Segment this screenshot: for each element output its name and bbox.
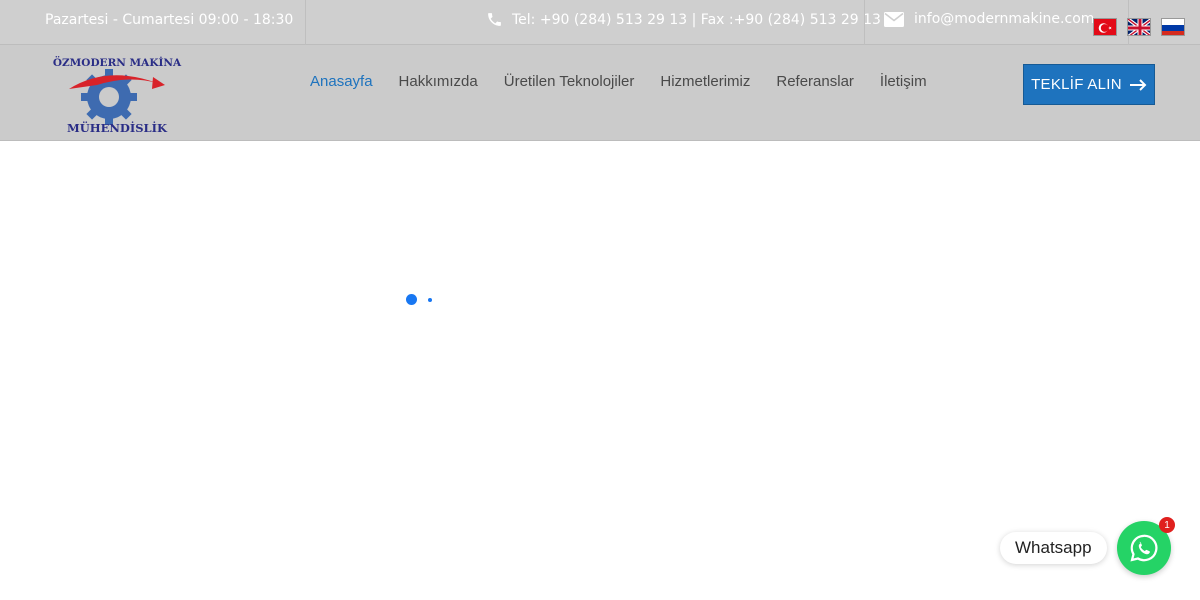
company-logo[interactable]: ÖZMODERN MAKİNA MÜHENDİSLİK [49,55,185,135]
top-info-bar: Pazartesi - Cumartesi 09:00 - 18:30 Tel:… [0,0,1200,45]
logo-bottom-text: MÜHENDİSLİK [67,121,168,135]
whatsapp-label-bubble[interactable]: Whatsapp [1000,532,1107,564]
whatsapp-icon [1130,534,1158,562]
envelope-icon [884,11,904,27]
flag-uk-icon[interactable] [1127,18,1151,36]
nav-item-hakkimizda[interactable]: Hakkımızda [399,73,478,90]
page-loader [406,294,436,306]
email-contact[interactable]: info@modernmakine.com [884,11,1094,27]
notification-badge: 1 [1159,517,1175,533]
main-navigation: Anasayfa Hakkımızda Üretilen Teknolojile… [310,73,927,90]
nav-item-iletisim[interactable]: İletişim [880,73,927,90]
phone-text: Tel: +90 (284) 513 29 13 | Fax :+90 (284… [512,11,881,28]
business-hours: Pazartesi - Cumartesi 09:00 - 18:30 [45,12,294,28]
nav-item-uretilen-teknolojiler[interactable]: Üretilen Teknolojiler [504,73,635,90]
arrow-right-icon [1129,78,1147,91]
nav-item-hizmetlerimiz[interactable]: Hizmetlerimiz [660,73,750,90]
logo-top-text: ÖZMODERN MAKİNA [53,55,182,69]
email-text: info@modernmakine.com [914,11,1095,27]
get-quote-button[interactable]: TEKLİF ALIN [1023,64,1155,105]
divider [305,0,306,45]
language-switcher [1093,18,1185,36]
phone-contact[interactable]: Tel: +90 (284) 513 29 13 | Fax :+90 (284… [486,11,881,28]
loader-dot [406,294,417,305]
main-header: ÖZMODERN MAKİNA MÜHENDİSLİK Anasayfa Hak… [0,45,1200,141]
flag-russia-icon[interactable] [1161,18,1185,36]
nav-item-anasayfa[interactable]: Anasayfa [310,73,373,90]
get-quote-label: TEKLİF ALIN [1031,76,1122,93]
divider [864,0,865,45]
phone-icon [488,13,501,26]
whatsapp-label: Whatsapp [1015,538,1092,557]
nav-item-referanslar[interactable]: Referanslar [776,73,854,90]
flag-turkey-icon[interactable] [1093,18,1117,36]
loader-dot [428,298,432,302]
